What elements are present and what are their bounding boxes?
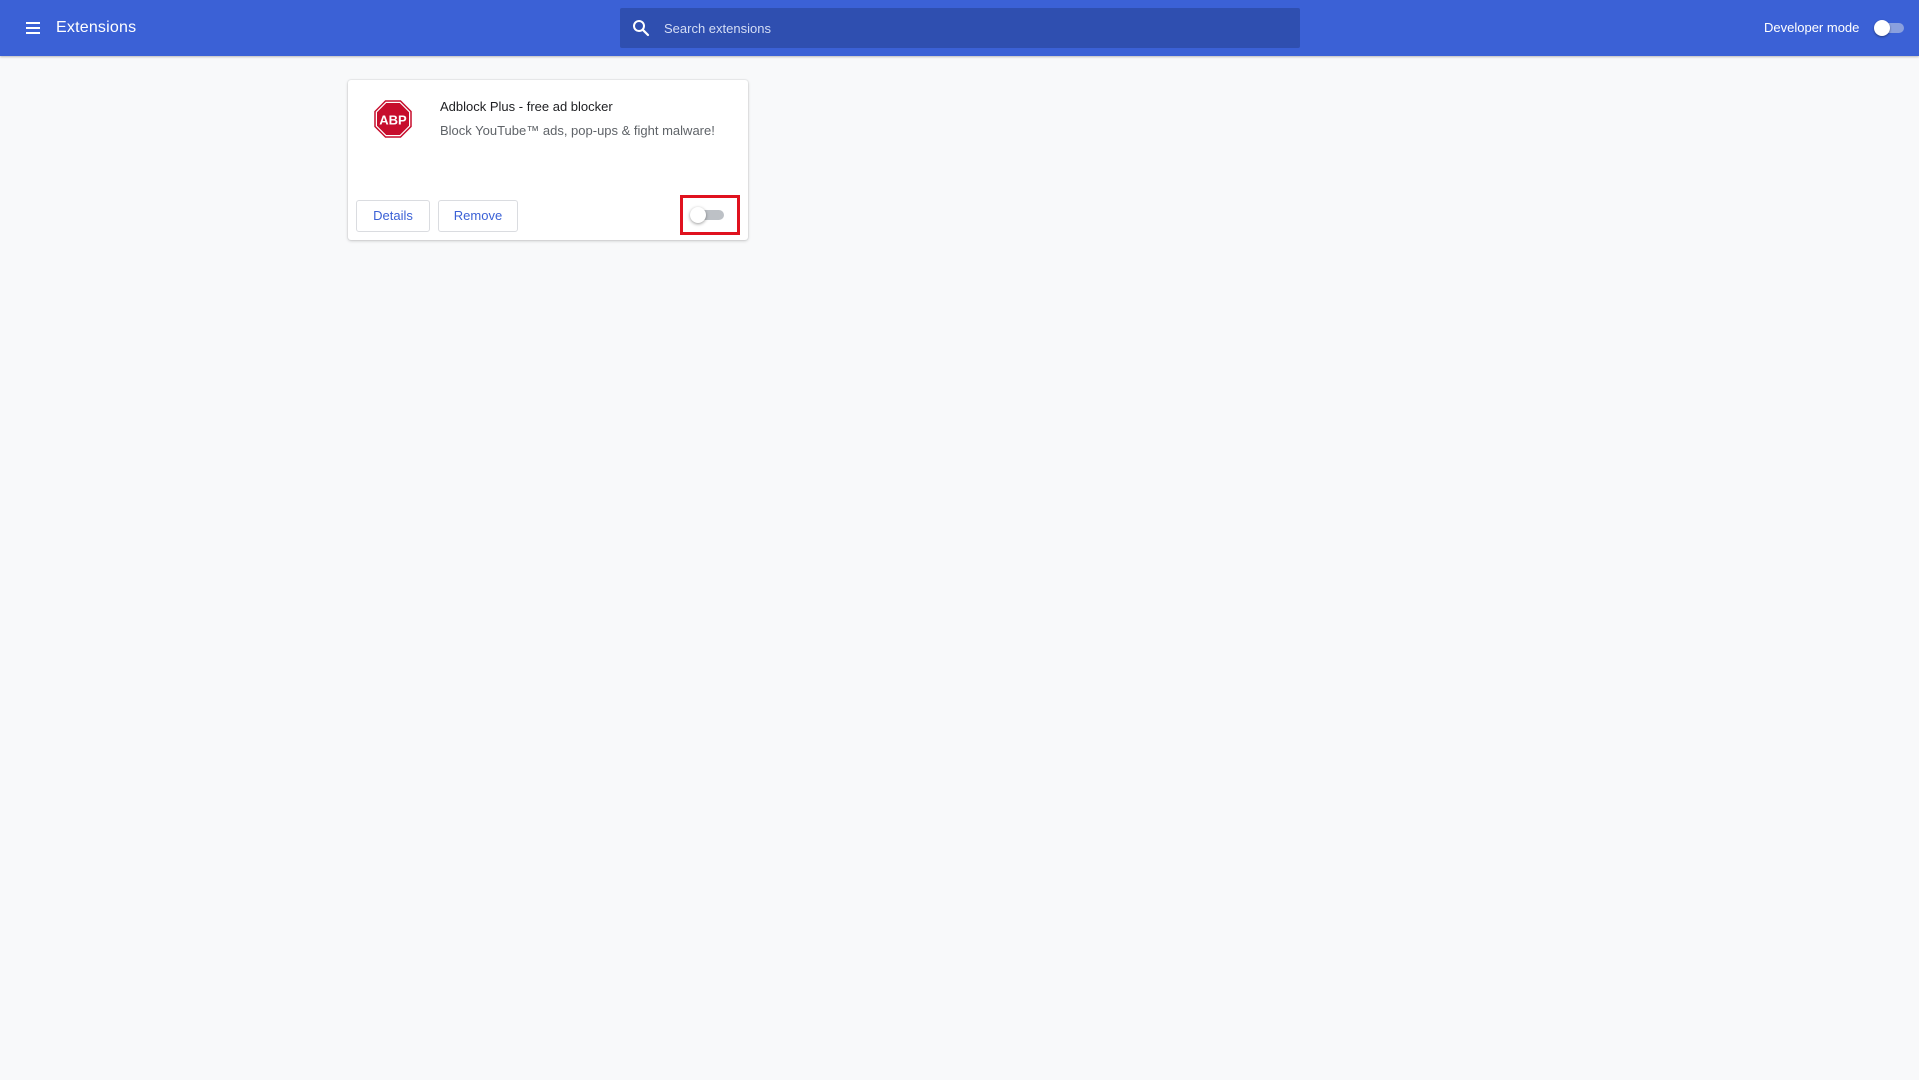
extension-card: ABP Adblock Plus - free ad blocker Block…	[348, 80, 748, 240]
developer-mode-toggle-thumb	[1874, 20, 1890, 36]
search-input[interactable]	[664, 8, 1284, 48]
hamburger-menu-icon[interactable]	[20, 17, 48, 39]
top-toolbar: Extensions Developer mode	[0, 0, 1919, 56]
extension-name: Adblock Plus - free ad blocker	[440, 99, 613, 114]
search-bar[interactable]	[620, 8, 1300, 48]
extension-enable-toggle[interactable]	[690, 207, 726, 223]
adblock-plus-icon: ABP	[374, 100, 412, 138]
page-title: Extensions	[56, 19, 137, 36]
developer-mode-label: Developer mode	[1764, 20, 1860, 35]
details-button[interactable]: Details	[356, 200, 430, 232]
extension-toggle-thumb	[690, 207, 706, 223]
extension-description: Block YouTube™ ads, pop-ups & fight malw…	[440, 123, 715, 138]
adblock-plus-icon-text: ABP	[379, 113, 407, 128]
search-icon	[633, 20, 650, 37]
developer-mode-toggle[interactable]	[1874, 20, 1906, 36]
remove-button[interactable]: Remove	[438, 200, 518, 232]
